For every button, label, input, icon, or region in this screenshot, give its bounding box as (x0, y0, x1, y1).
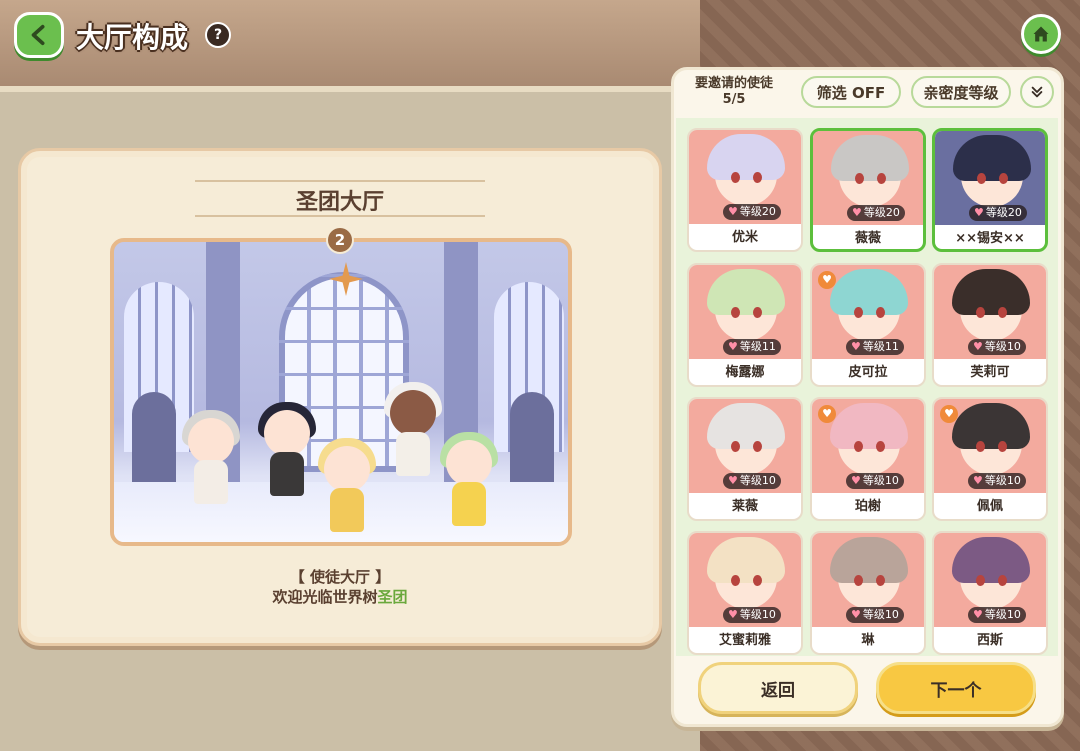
sort-dropdown[interactable]: 亲密度等级 (911, 76, 1011, 108)
heart-icon: ♥ (851, 340, 861, 353)
next-button[interactable]: 下一个 (876, 662, 1036, 714)
hall-caption-title: 【 使徒大厅 】 (289, 568, 391, 586)
character-card[interactable]: ♥ 等级10 莱薇 (687, 397, 803, 521)
hall-title: 圣团大厅 (295, 190, 384, 215)
character-portrait: ♥ 等级11 (689, 265, 801, 359)
character-portrait: ♥ 等级20 (689, 130, 801, 224)
character-name: 琳 (861, 633, 875, 648)
return-button[interactable]: 返回 (698, 662, 858, 714)
heart-icon: ♥ (973, 608, 983, 621)
favorite-heart-icon: ♥ (818, 271, 836, 289)
heart-icon: ♥ (852, 206, 862, 219)
character-name: 薇薇 (854, 231, 881, 246)
character-portrait: ♥ ♥ 等级10 (934, 399, 1046, 493)
character-card[interactable]: ♥ ♥ 等级10 珀榭 (810, 397, 926, 521)
character-card[interactable]: ♥ 等级11 梅露娜 (687, 263, 803, 387)
character-portrait: ♥ 等级20 (935, 131, 1045, 225)
affinity-level-badge: ♥ 等级10 (723, 473, 781, 489)
divider (195, 215, 485, 217)
affinity-level-badge: ♥ 等级10 (723, 607, 781, 623)
heart-icon: ♥ (728, 608, 738, 621)
heart-icon: ♥ (973, 340, 983, 353)
heart-icon: ♥ (851, 474, 861, 487)
hall-scene-image (110, 238, 572, 546)
affinity-level-badge: ♥ 等级10 (968, 473, 1026, 489)
affinity-level-badge: ♥ 等级10 (846, 473, 904, 489)
character-name: 佩佩 (976, 499, 1003, 514)
character-portrait: ♥ ♥ 等级11 (812, 265, 924, 359)
filter-button[interactable]: 筛选 OFF (801, 76, 901, 108)
back-button[interactable] (14, 12, 64, 58)
character-name: 芙莉可 (970, 365, 1010, 380)
favorite-heart-icon: ♥ (940, 405, 958, 423)
character-card[interactable]: ♥ 等级10 西斯 (932, 531, 1048, 655)
character-card[interactable]: ♥ 等级20 ××锡安×× (932, 128, 1048, 252)
character-portrait: ♥ ♥ 等级10 (812, 399, 924, 493)
heart-icon: ♥ (728, 340, 738, 353)
affinity-level-badge: ♥ 等级10 (968, 607, 1026, 623)
character-portrait: ♥ 等级20 (813, 131, 923, 225)
character-card[interactable]: ♥ 等级20 薇薇 (810, 128, 926, 252)
character-name: 莱薇 (731, 499, 758, 514)
heart-icon: ♥ (728, 474, 738, 487)
hall-level-badge: 2 (326, 226, 354, 254)
divider (195, 180, 485, 182)
affinity-level-badge: ♥ 等级11 (846, 339, 904, 355)
help-icon[interactable]: ? (205, 22, 231, 48)
character-portrait: ♥ 等级10 (689, 399, 801, 493)
character-card[interactable]: ♥ 等级20 优米 (687, 128, 803, 252)
home-icon (1033, 26, 1049, 42)
chevron-left-icon (31, 24, 45, 46)
character-portrait: ♥ 等级10 (934, 265, 1046, 359)
heart-icon: ♥ (973, 474, 983, 487)
heart-icon: ♥ (728, 205, 738, 218)
character-card[interactable]: ♥ ♥ 等级11 皮可拉 (810, 263, 926, 387)
heart-icon: ♥ (974, 206, 984, 219)
hall-caption-text: 欢迎光临世界树圣团 (272, 588, 408, 606)
double-chevron-down-icon (1031, 86, 1043, 98)
affinity-level-badge: ♥ 等级20 (847, 205, 905, 221)
character-portrait: ♥ 等级10 (689, 533, 801, 627)
sort-order-toggle[interactable] (1020, 76, 1054, 108)
character-name: 珀榭 (854, 499, 881, 514)
favorite-heart-icon: ♥ (818, 405, 836, 423)
character-card[interactable]: ♥ ♥ 等级10 佩佩 (932, 397, 1048, 521)
character-name: 艾蜜莉雅 (718, 633, 771, 648)
character-name: 优米 (731, 230, 758, 245)
character-card[interactable]: ♥ 等级10 芙莉可 (932, 263, 1048, 387)
character-name: 西斯 (976, 633, 1003, 648)
character-name: 皮可拉 (848, 365, 888, 380)
affinity-level-badge: ♥ 等级20 (723, 204, 781, 220)
affinity-level-badge: ♥ 等级11 (723, 339, 781, 355)
character-portrait: ♥ 等级10 (934, 533, 1046, 627)
invite-counter: 要邀请的使徒 5/5 (694, 76, 773, 107)
page-title: 大厅构成 (76, 21, 189, 54)
character-name: ××锡安×× (955, 231, 1025, 246)
character-portrait: ♥ 等级10 (812, 533, 924, 627)
affinity-level-badge: ♥ 等级20 (969, 205, 1027, 221)
character-card[interactable]: ♥ 等级10 琳 (810, 531, 926, 655)
highlight-text: 圣团 (377, 588, 408, 606)
character-name: 梅露娜 (725, 365, 765, 380)
affinity-level-badge: ♥ 等级10 (968, 339, 1026, 355)
character-card[interactable]: ♥ 等级10 艾蜜莉雅 (687, 531, 803, 655)
heart-icon: ♥ (851, 608, 861, 621)
affinity-level-badge: ♥ 等级10 (846, 607, 904, 623)
home-button[interactable] (1021, 14, 1061, 54)
